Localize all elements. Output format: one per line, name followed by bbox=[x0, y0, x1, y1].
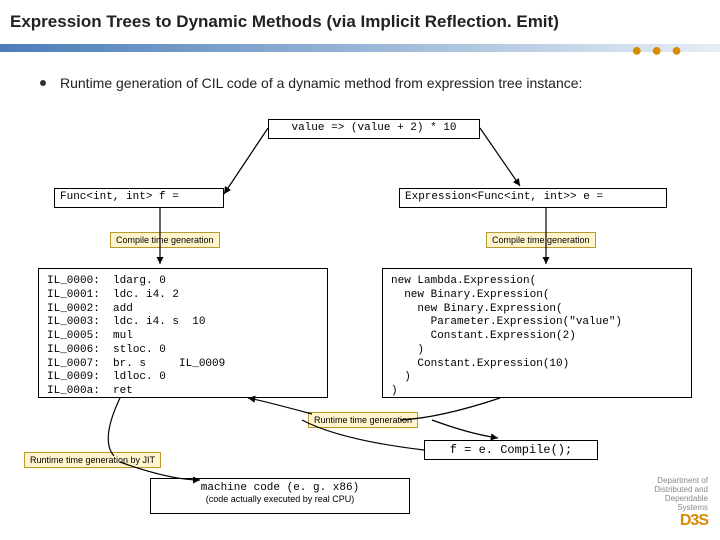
machine-code-line1: machine code (e. g. x86) bbox=[155, 482, 405, 494]
runtime-jit-badge: Runtime time generation by JIT bbox=[24, 452, 161, 468]
gradient-rule bbox=[0, 44, 720, 52]
bullet-item: Runtime generation of CIL code of a dyna… bbox=[40, 74, 700, 93]
footer-logo: Department of Distributed and Dependable… bbox=[654, 477, 708, 530]
compile-time-badge-left: Compile time generation bbox=[110, 232, 220, 248]
il-code-box: IL_0000: ldarg. 0 IL_0001: ldc. i4. 2 IL… bbox=[38, 268, 328, 398]
machine-code-box: machine code (e. g. x86) (code actually … bbox=[150, 478, 410, 514]
func-declaration-box: Func<int, int> f = bbox=[54, 188, 224, 208]
expression-declaration-box: Expression<Func<int, int>> e = bbox=[399, 188, 667, 208]
compile-time-badge-right: Compile time generation bbox=[486, 232, 596, 248]
compile-statement-box: f = e. Compile(); bbox=[424, 440, 598, 460]
bullet-dot-icon bbox=[40, 80, 46, 86]
bullet-text: Runtime generation of CIL code of a dyna… bbox=[60, 74, 582, 93]
logo-brand: D3S bbox=[654, 512, 708, 530]
slide-title: Expression Trees to Dynamic Methods (via… bbox=[0, 0, 720, 38]
lambda-expression-box: value => (value + 2) * 10 bbox=[268, 119, 480, 139]
logo-line4: Systems bbox=[654, 504, 708, 513]
runtime-badge: Runtime time generation bbox=[308, 412, 418, 428]
accent-dots: ● ● ● bbox=[631, 40, 684, 61]
expression-tree-code-box: new Lambda.Expression( new Binary.Expres… bbox=[382, 268, 692, 398]
machine-code-line2: (code actually executed by real CPU) bbox=[155, 494, 405, 504]
divider-bar: ● ● ● bbox=[0, 38, 720, 60]
